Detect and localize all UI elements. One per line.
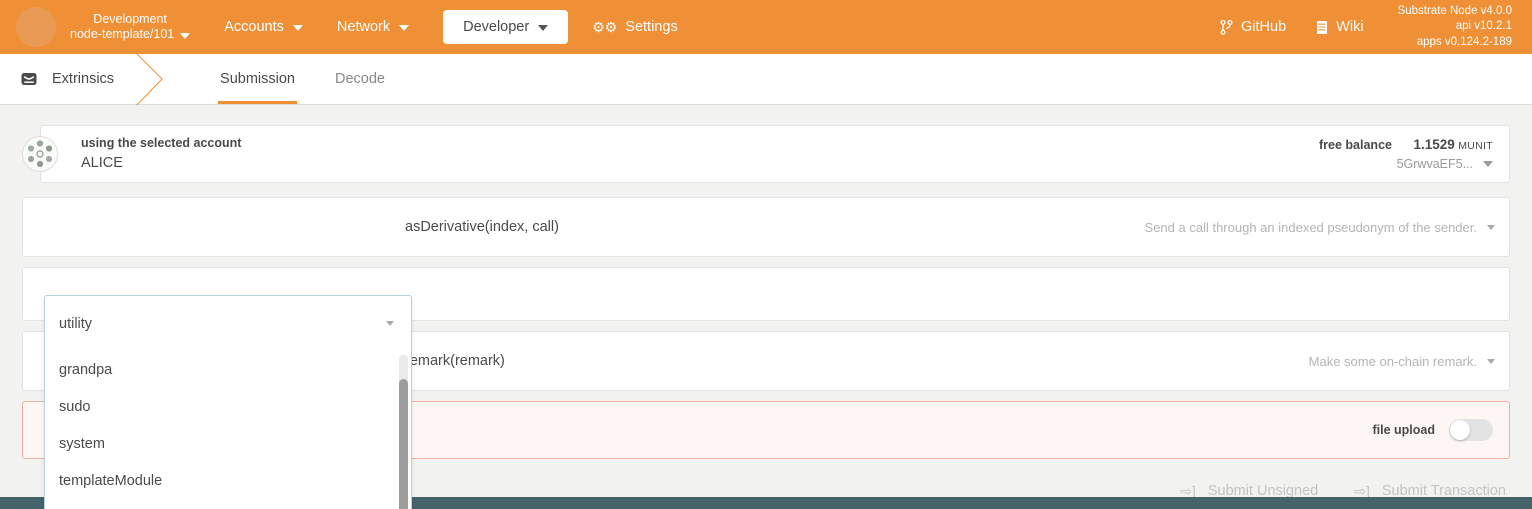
extrinsic-row-primary: utility asDerivative(index, call) Send a… (22, 197, 1510, 257)
tab-submission[interactable]: Submission (200, 54, 315, 104)
section-extrinsics: Extrinsics (0, 54, 148, 104)
call-select-nested[interactable]: remark(remark) Make some on-chain remark… (405, 353, 1495, 369)
account-card[interactable]: using the selected account ALICE free ba… (40, 125, 1510, 183)
nav-settings[interactable]: ⚙⚙ Settings (592, 19, 678, 35)
chain-selector[interactable]: Development node-template/101 (70, 12, 190, 42)
file-upload-label: file upload (1373, 423, 1436, 437)
chevron-down-icon (1487, 359, 1495, 364)
dropdown-scrollbar-thumb[interactable] (399, 379, 408, 509)
account-address-row[interactable]: 5GrwvaEF5... (1319, 155, 1493, 174)
github-link-label: GitHub (1241, 19, 1286, 35)
tab-submission-label: Submission (220, 71, 295, 87)
nav-network-label: Network (337, 19, 390, 35)
dropdown-scrollbar[interactable] (399, 355, 408, 509)
dropdown-option-timestamp[interactable]: timestamp (45, 499, 411, 509)
call-select-primary-value: asDerivative(index, call) (405, 219, 559, 235)
version-api: api v10.2.1 (1398, 19, 1512, 35)
dropdown-option-grandpa[interactable]: grandpa (45, 351, 411, 388)
nav-settings-label: Settings (625, 19, 677, 35)
tab-decode[interactable]: Decode (315, 54, 405, 104)
chevron-down-icon (180, 33, 190, 39)
module-dropdown-list: grandpa sudo system templateModule times… (45, 351, 411, 509)
chevron-down-icon (1487, 225, 1495, 230)
wiki-link[interactable]: Wiki (1316, 19, 1363, 35)
chain-avatar (16, 7, 56, 47)
book-icon (1316, 20, 1328, 35)
balance-value: 1.1529 (1413, 137, 1454, 152)
module-dropdown-field[interactable]: utility (45, 296, 411, 351)
sign-in-icon: ⇨] (1354, 484, 1370, 498)
chevron-down-icon (1483, 161, 1493, 167)
account-info: using the selected account ALICE (81, 134, 241, 173)
version-node: Substrate Node v4.0.0 (1398, 4, 1512, 20)
dropdown-option-templatemodule[interactable]: templateModule (45, 462, 411, 499)
account-row: using the selected account ALICE free ba… (22, 125, 1510, 183)
balance-unit: MUNIT (1458, 140, 1493, 152)
main-content: using the selected account ALICE free ba… (0, 105, 1532, 509)
nav-accounts-label: Accounts (224, 19, 284, 35)
chevron-down-icon (386, 321, 394, 326)
module-dropdown[interactable]: utility grandpa sudo system templateModu… (44, 295, 412, 509)
chevron-down-icon (399, 25, 409, 31)
file-upload-toggle[interactable] (1449, 419, 1493, 441)
module-dropdown-value: utility (59, 316, 92, 332)
section-extrinsics-label: Extrinsics (52, 71, 114, 87)
dropdown-option-label: sudo (59, 399, 90, 415)
sign-in-icon: ⇨] (1180, 484, 1196, 498)
dropdown-option-system[interactable]: system (45, 425, 411, 462)
account-balance: free balance 1.1529 MUNIT 5GrwvaEF5... (1319, 135, 1493, 174)
version-apps: apps v0.124.2-189 (1398, 35, 1512, 51)
chevron-down-icon (293, 25, 303, 31)
nav-network[interactable]: Network (337, 19, 409, 35)
dropdown-option-sudo[interactable]: sudo (45, 388, 411, 425)
dropdown-option-label: system (59, 436, 105, 452)
chain-name: Development (93, 12, 167, 27)
account-address: 5GrwvaEF5... (1397, 155, 1473, 174)
polkadot-identicon (22, 136, 58, 172)
git-branch-icon (1220, 20, 1233, 35)
call-select-primary-description: Send a call through an indexed pseudonym… (1145, 220, 1477, 235)
call-select-nested-value: remark(remark) (405, 353, 505, 369)
tab-group: Submission Decode (200, 54, 405, 104)
chain-node-label: node-template/101 (70, 27, 174, 42)
wiki-link-label: Wiki (1336, 19, 1363, 35)
tab-bar: Extrinsics Submission Decode (0, 54, 1532, 105)
gear-icon: ⚙⚙ (592, 20, 617, 34)
top-header-bar: Development node-template/101 Accounts N… (0, 0, 1532, 54)
nav-developer[interactable]: Developer (443, 10, 568, 44)
account-name: ALICE (81, 153, 241, 174)
version-info: Substrate Node v4.0.0 api v10.2.1 apps v… (1398, 4, 1512, 51)
balance-label: free balance (1319, 138, 1392, 152)
call-select-nested-description: Make some on-chain remark. (1309, 354, 1477, 369)
chevron-down-icon (538, 25, 548, 31)
account-title: using the selected account (81, 134, 241, 152)
tab-decode-label: Decode (335, 71, 385, 87)
dropdown-option-label: templateModule (59, 473, 162, 489)
header-links: GitHub Wiki (1220, 19, 1364, 35)
nav-developer-label: Developer (463, 19, 529, 35)
module-select-primary[interactable]: utility (37, 219, 405, 235)
envelope-icon (20, 70, 38, 88)
github-link[interactable]: GitHub (1220, 19, 1286, 35)
dropdown-option-label: grandpa (59, 362, 112, 378)
nav-accounts[interactable]: Accounts (224, 19, 303, 35)
call-select-primary[interactable]: asDerivative(index, call) Send a call th… (405, 219, 1495, 235)
